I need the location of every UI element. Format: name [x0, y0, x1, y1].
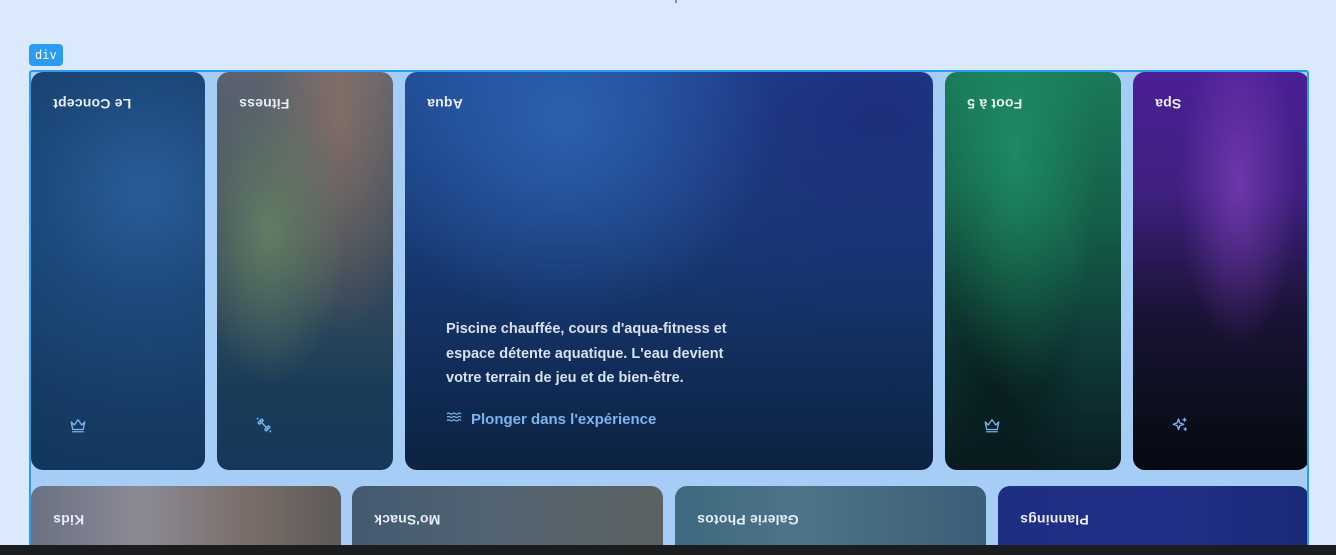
- card-title: Foot à 5: [967, 96, 1023, 112]
- card-aqua[interactable]: Aqua Piscine chauffée, cours d'aqua-fitn…: [405, 72, 933, 470]
- card-description: Piscine chauffée, cours d'aqua-fitness e…: [446, 321, 727, 386]
- crown-icon: [69, 416, 87, 434]
- card-le-concept[interactable]: Le Concept: [31, 72, 205, 470]
- card-title: Mo'Snack: [374, 512, 441, 528]
- top-tick-mark: [675, 0, 677, 3]
- waves-icon: [446, 409, 462, 429]
- element-inspector-badge: div: [29, 44, 63, 66]
- card-title: Fitness: [239, 96, 290, 112]
- card-title: Kids: [53, 512, 85, 528]
- card-spa[interactable]: Spa: [1133, 72, 1307, 470]
- crown-icon: [983, 416, 1001, 434]
- card-title: Plannings: [1020, 512, 1089, 528]
- card-title: Aqua: [427, 96, 463, 112]
- experience-link-label: Plonger dans l'expérience: [471, 410, 657, 428]
- card-grid-container: Le Concept Fitness Aqua Piscine chauffée…: [29, 70, 1309, 555]
- card-title: Le Concept: [53, 96, 132, 112]
- experience-link[interactable]: Plonger dans l'expérience: [446, 409, 656, 429]
- card-fitness[interactable]: Fitness: [217, 72, 393, 470]
- card-title: Galerie Photos: [697, 512, 799, 528]
- sparkles-icon: [1171, 416, 1189, 434]
- card-title: Spa: [1155, 96, 1182, 112]
- dumbbell-icon: [255, 416, 273, 434]
- card-foot-a-5[interactable]: Foot à 5: [945, 72, 1121, 470]
- bottom-bar: [0, 545, 1336, 555]
